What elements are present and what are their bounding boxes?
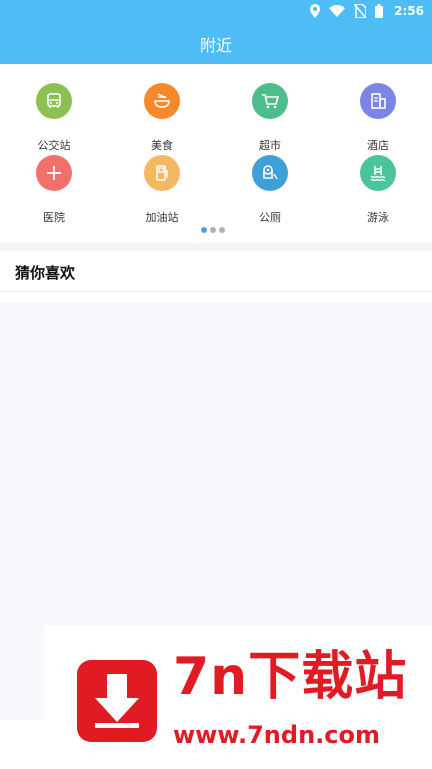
category-label: 酒店: [367, 139, 389, 152]
toilet-paper-icon: [252, 155, 288, 191]
location-icon: [310, 4, 321, 18]
category-label: 公厕: [259, 211, 281, 224]
noodles-icon: [144, 83, 180, 119]
pager-dot-active[interactable]: [201, 227, 207, 233]
section-divider: [0, 292, 432, 302]
pager-dot[interactable]: [219, 227, 225, 233]
section-title: 猜你喜欢: [15, 264, 76, 282]
pager-dots: [201, 227, 225, 233]
no-signal-icon: [354, 4, 367, 18]
hospital-cross-icon: [36, 155, 72, 191]
category-hospital[interactable]: 医院: [9, 155, 99, 224]
status-time: 2:56: [394, 4, 424, 18]
hotel-icon: [360, 83, 396, 119]
category-public-toilet[interactable]: 公厕: [225, 155, 315, 224]
category-label: 美食: [151, 139, 173, 152]
category-hotel[interactable]: 酒店: [333, 83, 423, 152]
status-bar: 2:56: [0, 0, 432, 22]
category-grid: 公交站 美食 超市 酒店 医院 加油站 公厕 游泳: [0, 69, 432, 243]
status-icons: 2:56: [310, 3, 424, 19]
watermark: 7n下载站 www.7ndn.com: [44, 625, 432, 769]
category-label: 加油站: [145, 211, 179, 224]
download-arrow-icon: [77, 660, 157, 742]
wifi-icon: [329, 5, 346, 17]
swimming-pool-icon: [360, 155, 396, 191]
battery-icon: [375, 4, 384, 18]
category-label: 公交站: [37, 139, 71, 152]
category-label: 超市: [259, 139, 281, 152]
bus-icon: [36, 83, 72, 119]
watermark-name: 7n下载站: [173, 647, 408, 707]
cart-icon: [252, 83, 288, 119]
fuel-pump-icon: [144, 155, 180, 191]
recommend-header: 猜你喜欢: [0, 251, 432, 292]
category-swimming[interactable]: 游泳: [333, 155, 423, 224]
page-title: 附近: [199, 36, 232, 55]
category-label: 医院: [43, 211, 65, 224]
watermark-url: www.7ndn.com: [173, 721, 380, 749]
section-divider: [0, 243, 432, 251]
category-gas-station[interactable]: 加油站: [117, 155, 207, 224]
pager-dot[interactable]: [210, 227, 216, 233]
category-label: 游泳: [367, 211, 389, 224]
category-supermarket[interactable]: 超市: [225, 83, 315, 152]
category-food[interactable]: 美食: [117, 83, 207, 152]
app-bar: 附近: [0, 22, 432, 64]
category-bus-stop[interactable]: 公交站: [9, 83, 99, 152]
